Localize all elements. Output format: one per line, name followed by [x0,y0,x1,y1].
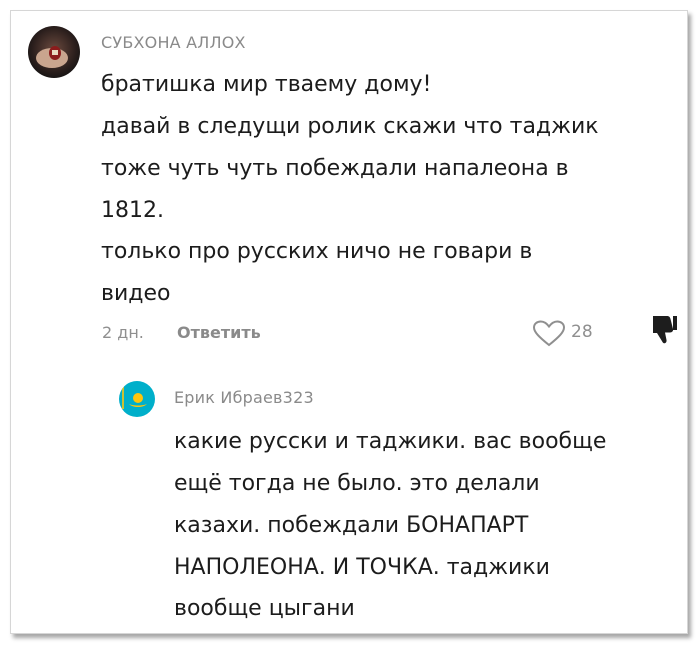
like-button[interactable] [532,320,566,348]
reply-text-line: казахи. побеждали БОНАПАРТ [174,513,529,538]
comment-text-line: видео [101,281,171,306]
dislike-button[interactable] [650,314,678,346]
comment-timestamp: 2 дн. [102,323,144,342]
avatar-photo-icon [28,26,80,78]
kazakhstan-flag-avatar-icon [119,381,155,417]
thumbs-down-icon [653,316,677,344]
reply-text-line: вообще цыгани [174,596,355,621]
reply-button[interactable]: Ответить [177,323,261,342]
avatar[interactable] [28,26,80,78]
screenshot-frame: СУБХОНА АЛЛОХ братишка мир тваему дому! … [10,10,688,634]
reply-text-line: какие русски и таджики. вас вообще [174,429,607,454]
comment-text-line: братишка мир тваему дому! [101,72,432,97]
heart-outline-icon [532,320,566,347]
comment-author[interactable]: СУБХОНА АЛЛОХ [101,33,246,52]
comment-text-line: только про русских ничо не говари в [101,239,533,264]
reply-author[interactable]: Ерик Ибраев323 [174,388,314,407]
comment-text-line: 1812. [101,198,164,223]
avatar[interactable] [119,381,155,417]
like-count: 28 [571,322,593,342]
reply-text-line: ещё тогда не было. это делали [174,471,540,496]
comment-text-line: давай в следущи ролик скажи что таджик [101,114,599,139]
comment-text-line: тоже чуть чуть побеждали напалеона в [101,156,569,181]
reply-text-line: НАПОЛЕОНА. И ТОЧКА. таджики [174,555,550,580]
